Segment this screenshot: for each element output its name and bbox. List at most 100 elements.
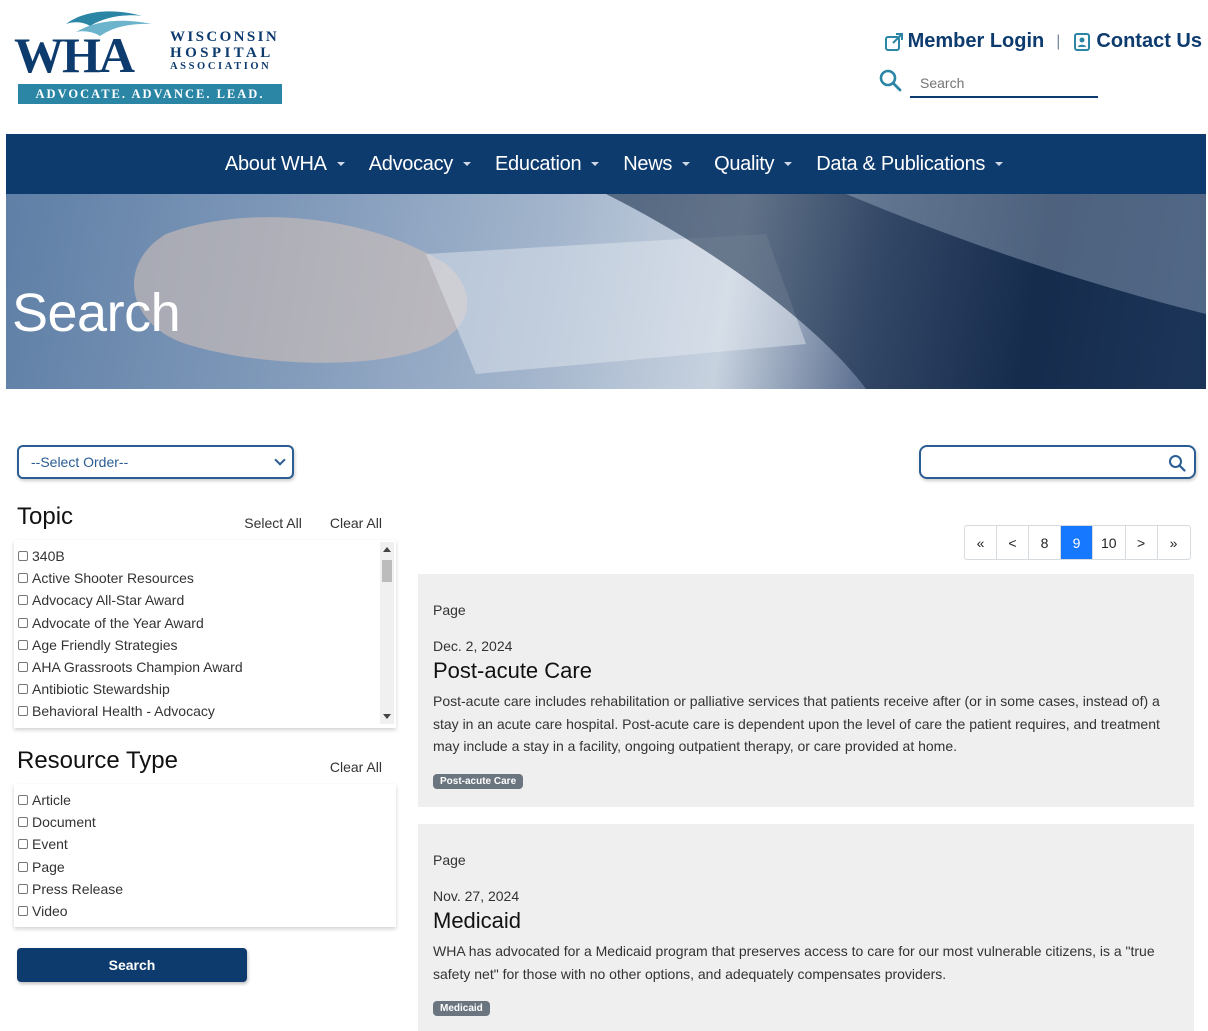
page-number-current[interactable]: 9 <box>1061 526 1093 559</box>
topic-option-label: AHA Grassroots Champion Award <box>32 659 243 676</box>
nav-data-publications[interactable]: Data & Publications <box>816 153 1004 176</box>
topic-option[interactable]: Antibiotic Stewardship <box>14 678 378 700</box>
scroll-thumb[interactable] <box>382 560 392 582</box>
page-number[interactable]: 8 <box>1029 526 1061 559</box>
topic-title: Topic <box>17 503 74 530</box>
nav-news[interactable]: News <box>623 153 691 176</box>
logo-association-name: WISCONSIN HOSPITAL ASSOCIATION <box>170 30 279 73</box>
page-next[interactable]: > <box>1126 526 1158 559</box>
resource-type-label: Document <box>32 814 96 831</box>
nav-about-wha[interactable]: About WHA <box>225 153 345 176</box>
result-tag[interactable]: Medicaid <box>433 1001 490 1016</box>
topic-option-label: Advocacy All-Star Award <box>32 592 185 609</box>
resource-type-option[interactable]: Document <box>14 811 396 833</box>
checkbox[interactable] <box>18 906 28 917</box>
topic-option[interactable]: Age Friendly Strategies <box>14 634 378 656</box>
search-button[interactable]: Search <box>17 948 247 982</box>
result-title-link[interactable]: Medicaid <box>433 908 1179 934</box>
resource-type-title: Resource Type <box>17 747 178 774</box>
nav-label: Education <box>495 152 582 175</box>
search-icon[interactable] <box>878 68 902 92</box>
page-last[interactable]: » <box>1158 526 1190 559</box>
order-select[interactable]: --Select Order-- <box>17 445 294 479</box>
topic-option-label: Behavioral Health - Advocacy <box>32 703 215 720</box>
results-search <box>919 445 1196 479</box>
hero-keyboard-image <box>133 194 1206 389</box>
topic-option[interactable]: Behavioral Health - Advocacy <box>14 700 378 722</box>
contact-us-label: Contact Us <box>1096 30 1202 52</box>
nav-label: Quality <box>714 152 775 175</box>
search-icon[interactable] <box>1168 454 1186 472</box>
topic-option[interactable]: Active Shooter Resources <box>14 567 378 589</box>
contact-us-link[interactable]: Contact Us <box>1072 30 1202 53</box>
checkbox[interactable] <box>18 861 28 872</box>
link-separator: | <box>1056 32 1061 50</box>
logo-wordmark: WHA <box>14 27 135 83</box>
wha-logo[interactable]: WHA WISCONSIN HOSPITAL ASSOCIATION ADVOC… <box>14 8 286 106</box>
checkbox[interactable] <box>18 595 28 606</box>
resource-type-clear-all[interactable]: Clear All <box>330 759 382 775</box>
logo-name-line3: ASSOCIATION <box>170 61 272 72</box>
result-description: WHA has advocated for a Medicaid program… <box>433 943 1155 982</box>
caret-down-icon <box>463 162 472 166</box>
caret-down-icon <box>591 162 600 166</box>
topic-clear-all[interactable]: Clear All <box>330 515 382 531</box>
scroll-down-icon[interactable] <box>383 714 391 719</box>
resource-type-option[interactable]: Page <box>14 856 396 878</box>
chevron-down-icon <box>274 454 286 466</box>
resource-type-facet-header: Resource Type Clear All <box>17 747 382 775</box>
checkbox[interactable] <box>18 706 28 717</box>
results-search-input[interactable] <box>927 451 1163 473</box>
order-select-value: --Select Order-- <box>31 454 129 470</box>
topic-option-label: Antibiotic Stewardship <box>32 681 170 698</box>
topic-option[interactable]: Advocacy All-Star Award <box>14 589 378 611</box>
page-title: Search <box>12 283 181 343</box>
topic-option-label: 340B <box>32 548 65 565</box>
result-title-link[interactable]: Post-acute Care <box>433 658 1179 684</box>
checkbox[interactable] <box>18 662 28 673</box>
header-search-input[interactable] <box>910 70 1098 98</box>
resource-type-checkbox-list: Article Document Event Page Press Releas… <box>14 784 396 927</box>
resource-type-option[interactable]: Event <box>14 833 396 855</box>
topic-option-label: Active Shooter Resources <box>32 570 194 587</box>
scroll-up-icon[interactable] <box>383 547 391 552</box>
caret-down-icon <box>336 162 345 166</box>
page-number[interactable]: 10 <box>1093 526 1126 559</box>
topic-option[interactable]: Advocate of the Year Award <box>14 612 378 634</box>
topic-select-all[interactable]: Select All <box>244 515 302 531</box>
topic-facet-header: Topic Select All Clear All <box>17 503 382 531</box>
nav-education[interactable]: Education <box>495 152 600 176</box>
nav-quality[interactable]: Quality <box>714 152 793 176</box>
checkbox[interactable] <box>18 684 28 695</box>
resource-type-option[interactable]: Press Release <box>14 878 396 900</box>
result-kind: Page <box>433 602 466 618</box>
checkbox[interactable] <box>18 795 28 806</box>
topic-scrollbar[interactable] <box>380 542 394 724</box>
logo-tagline: ADVOCATE. ADVANCE. LEAD. <box>18 84 282 104</box>
hero-banner: Search <box>6 194 1206 389</box>
page-first[interactable]: « <box>965 526 997 559</box>
logo-name-line1: WISCONSIN <box>170 29 280 45</box>
member-login-link[interactable]: Member Login <box>884 30 1044 53</box>
pagination: « < 8 9 10 > » <box>964 525 1191 560</box>
checkbox[interactable] <box>18 883 28 894</box>
resource-type-label: Press Release <box>32 880 124 897</box>
checkbox[interactable] <box>18 817 28 828</box>
page-prev[interactable]: < <box>997 526 1029 559</box>
checkbox[interactable] <box>18 639 28 650</box>
result-date: Nov. 27, 2024 <box>433 888 520 904</box>
caret-down-icon <box>784 162 793 166</box>
checkbox[interactable] <box>18 617 28 628</box>
result-kind: Page <box>433 852 466 868</box>
checkbox[interactable] <box>18 839 28 850</box>
nav-advocacy[interactable]: Advocacy <box>369 153 472 176</box>
resource-type-option[interactable]: Video <box>14 900 396 922</box>
result-tag[interactable]: Post-acute Care <box>433 773 524 789</box>
checkbox[interactable] <box>18 551 28 562</box>
checkbox[interactable] <box>18 573 28 584</box>
topic-option[interactable]: 340B <box>14 545 378 567</box>
topic-option[interactable]: AHA Grassroots Champion Award <box>14 656 378 678</box>
resource-type-label: Video <box>32 903 68 920</box>
resource-type-option[interactable]: Article <box>14 789 396 811</box>
header-search <box>878 66 1100 102</box>
